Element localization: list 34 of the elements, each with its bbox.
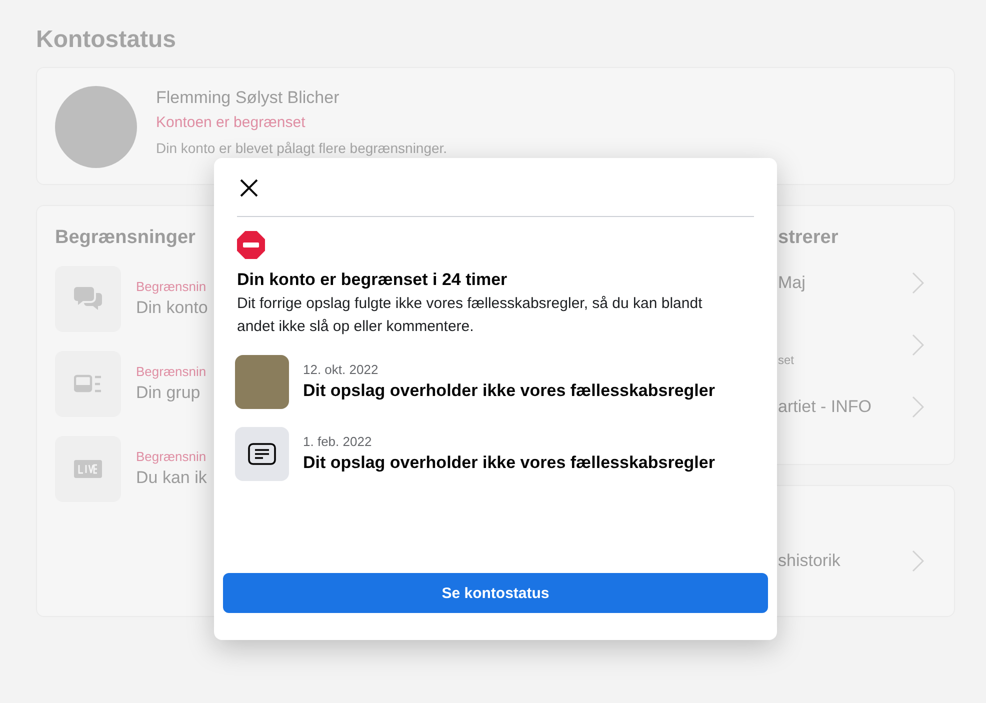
screen-list-icon [74,374,102,394]
restriction-title[interactable]: Du kan ik [136,466,207,490]
account-status: Kontoen er begrænset [156,113,306,133]
section-heading: Begrænsninger [55,226,196,250]
section-heading: strerer [778,226,838,250]
chevron-right-icon [912,396,924,418]
restriction-label: Begrænsnin [136,363,206,381]
dialog-body: Dit forrige opslag fulgte ikke vores fællesskabsregler, så du kan blandt andet ikke slå op eller kommentere. [237,294,704,337]
page-title: Kontostatus [36,25,177,55]
text-lines-icon [248,443,276,465]
stop-sign-icon [237,231,265,259]
chevron-right-icon [912,272,924,294]
item-label: set [778,352,794,368]
chevron-right-icon [912,334,924,356]
restriction-label: Begrænsnin [136,448,207,466]
restriction-title[interactable]: Din konto [136,296,208,320]
item-title[interactable]: artiet - INFO [778,395,872,419]
post-title[interactable]: Dit opslag overholder ikke vores fællesskabsregler [303,451,715,475]
restriction-label: Begrænsnin [136,278,208,296]
post-title[interactable]: Dit opslag overholder ikke vores fællesskabsregler [303,379,715,403]
chevron-right-icon [912,550,924,572]
status-description: Din konto er blevet pålagt flere begrænsninger. [156,139,448,158]
profile-name: Flemming Sølyst Blicher [156,87,340,109]
live-badge-icon [74,460,102,478]
post-photo-placeholder [235,355,289,409]
chat-bubbles-icon [74,286,102,312]
restriction-title[interactable]: Din grup [136,381,206,405]
item-title[interactable]: shistorik [778,549,840,573]
account-status-button[interactable]: Se kontostatus [223,573,768,613]
post-date: 1. feb. 2022 [303,433,373,451]
dialog-heading: Din konto er begrænset i 24 timer [237,269,508,291]
close-icon [239,178,259,198]
post-date: 12. okt. 2022 [303,361,380,379]
item-title[interactable]: Maj [778,271,806,295]
